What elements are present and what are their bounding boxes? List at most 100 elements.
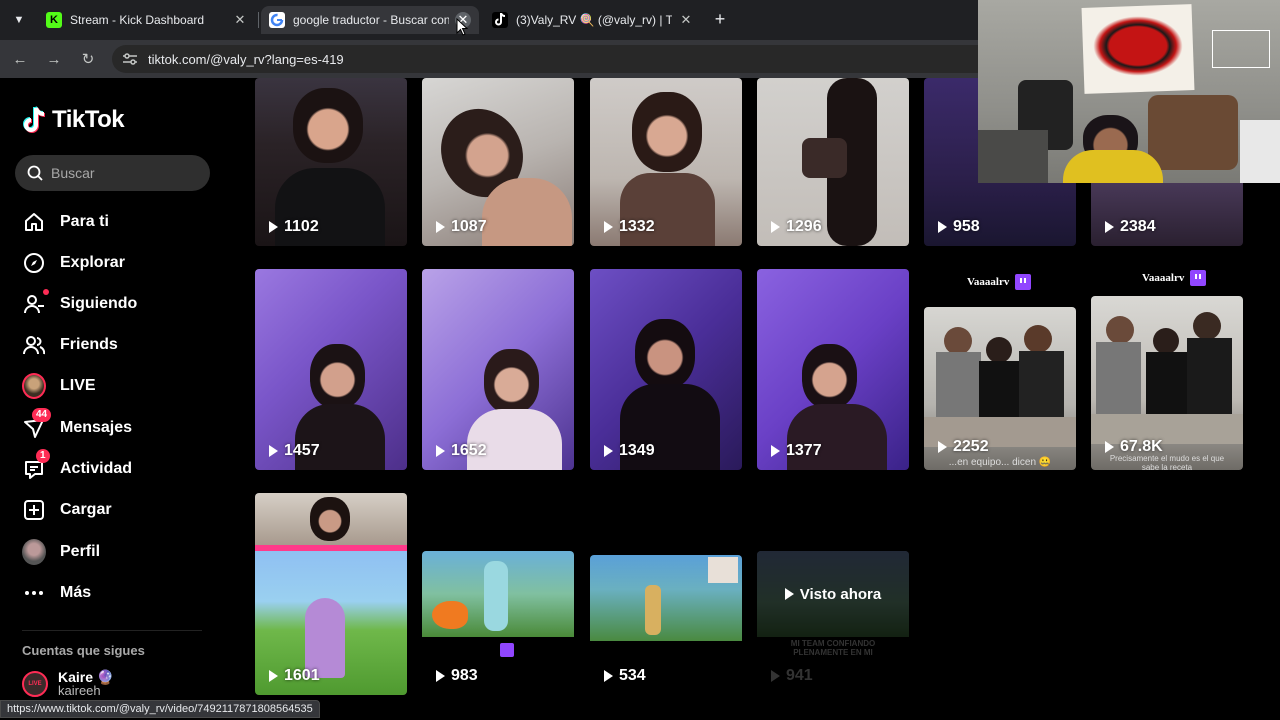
video-card[interactable]: 1457 (255, 269, 407, 470)
google-icon (269, 12, 285, 28)
close-icon[interactable]: ✕ (678, 12, 694, 28)
play-icon (604, 221, 613, 233)
view-count: 941 (771, 667, 813, 685)
tab-title: (3)Valy_RV 🍭 (@valy_rv) | TikT (516, 13, 672, 27)
uploader-label[interactable]: Vaaaalrv (967, 274, 1032, 290)
uploader-name: Vaaaalrv (967, 276, 1010, 288)
webcam-overlay (978, 0, 1280, 183)
view-count-text: 2384 (1120, 218, 1156, 235)
view-count: 1349 (604, 442, 655, 460)
twitch-icon (1015, 274, 1032, 290)
tab-search-button[interactable]: ▼ (8, 9, 30, 31)
video-card[interactable]: Precisamente el mudo es el que sabe la r… (1091, 296, 1243, 470)
view-count: 2384 (1105, 218, 1156, 236)
view-count: 1087 (436, 218, 487, 236)
play-icon (784, 588, 794, 600)
url-text: tiktok.com/@valy_rv?lang=es-419 (148, 51, 344, 67)
reload-button[interactable]: ↻ (78, 49, 98, 69)
tab-separator (258, 12, 259, 28)
play-icon (269, 670, 278, 682)
video-card[interactable]: 534 (590, 555, 742, 695)
uploader-name: Vaaaalrv (1142, 272, 1185, 284)
view-count: 67.8K (1105, 438, 1163, 456)
view-count: 1296 (771, 218, 822, 236)
view-count-text: 1332 (619, 218, 655, 235)
view-count-text: 958 (953, 218, 980, 235)
status-url: https://www.tiktok.com/@valy_rv/video/74… (7, 703, 313, 715)
view-count-text: 67.8K (1120, 438, 1163, 455)
view-count: 1102 (269, 218, 319, 236)
video-caption: Precisamente el mudo es el que sabe la r… (1109, 454, 1225, 470)
play-icon (938, 441, 947, 453)
twitch-icon (500, 643, 514, 657)
video-card[interactable]: 1652 (422, 269, 574, 470)
video-card[interactable]: 1102 (255, 78, 407, 246)
play-icon (604, 670, 613, 682)
address-bar[interactable]: tiktok.com/@valy_rv?lang=es-419 (112, 45, 992, 73)
video-thumbnail (590, 269, 742, 470)
view-count-text: 534 (619, 667, 646, 684)
tab-title: google traductor - Buscar con G (293, 13, 449, 27)
play-icon (604, 445, 613, 457)
play-icon (269, 221, 278, 233)
kick-icon: K (46, 12, 62, 28)
view-count-text: 1349 (619, 442, 655, 459)
play-icon (771, 670, 780, 682)
play-icon (1105, 221, 1114, 233)
view-count: 1457 (269, 442, 320, 460)
tab-google-traductor[interactable]: google traductor - Buscar con G ✕ (261, 6, 479, 34)
back-button[interactable]: ← (10, 49, 30, 69)
view-count: 1601 (269, 667, 320, 685)
video-card[interactable]: 1087 (422, 78, 574, 246)
video-card[interactable]: ...en equipo... dicen 🤐 2252 (924, 307, 1076, 470)
play-icon (436, 221, 445, 233)
arrow-right-icon: → (46, 50, 62, 68)
video-card[interactable]: 1601 (255, 493, 407, 695)
view-count: 1332 (604, 218, 655, 236)
view-count: 1652 (436, 442, 487, 460)
video-card[interactable]: 1332 (590, 78, 742, 246)
tiktok-icon (492, 12, 508, 28)
tab-tiktok-profile[interactable]: (3)Valy_RV 🍭 (@valy_rv) | TikT ✕ (484, 6, 702, 34)
view-count-text: 983 (451, 667, 478, 684)
video-thumbnail (757, 269, 909, 470)
view-count: 1377 (771, 442, 822, 460)
play-icon (269, 445, 278, 457)
view-count-text: 1087 (451, 218, 487, 235)
play-icon (436, 445, 445, 457)
view-count: 2252 (938, 438, 989, 456)
forward-button[interactable]: → (44, 49, 64, 69)
close-icon[interactable]: ✕ (232, 12, 248, 28)
video-card[interactable]: 1377 (757, 269, 909, 470)
chevron-down-icon: ▼ (13, 14, 25, 26)
twitch-icon (1190, 270, 1207, 286)
video-thumbnail (422, 269, 574, 470)
uploader-label[interactable]: Vaaaalrv (1142, 270, 1207, 286)
view-count-text: 1457 (284, 442, 320, 459)
status-bar: https://www.tiktok.com/@valy_rv/video/74… (0, 700, 320, 718)
view-count: 983 (436, 667, 478, 685)
video-card[interactable]: 1296 (757, 78, 909, 246)
tab-title: Stream - Kick Dashboard (70, 13, 205, 27)
view-count-text: 1652 (451, 442, 487, 459)
video-card[interactable]: Visto ahora MI TEAM CONFIANDO PLENAMENTE… (757, 551, 909, 695)
mouse-cursor-icon (456, 18, 468, 36)
video-card[interactable]: 1349 (590, 269, 742, 470)
play-icon (436, 670, 445, 682)
play-icon (938, 221, 947, 233)
view-count-text: 1102 (284, 218, 319, 235)
new-tab-button[interactable]: + (710, 9, 730, 29)
video-caption: ...en equipo... dicen 🤐 (948, 457, 1052, 468)
view-count-text: 941 (786, 667, 813, 684)
play-icon (771, 445, 780, 457)
view-count: 534 (604, 667, 646, 685)
video-thumbnail (255, 269, 407, 470)
play-icon (771, 221, 780, 233)
view-count-text: 1601 (284, 667, 320, 684)
reload-icon: ↻ (81, 51, 95, 68)
view-count: 958 (938, 218, 980, 236)
watched-overlay: Visto ahora (757, 551, 909, 637)
video-card[interactable]: 983 (422, 551, 574, 695)
tab-kick-dashboard[interactable]: K Stream - Kick Dashboard ✕ (38, 6, 256, 34)
site-settings-icon[interactable] (122, 51, 138, 67)
